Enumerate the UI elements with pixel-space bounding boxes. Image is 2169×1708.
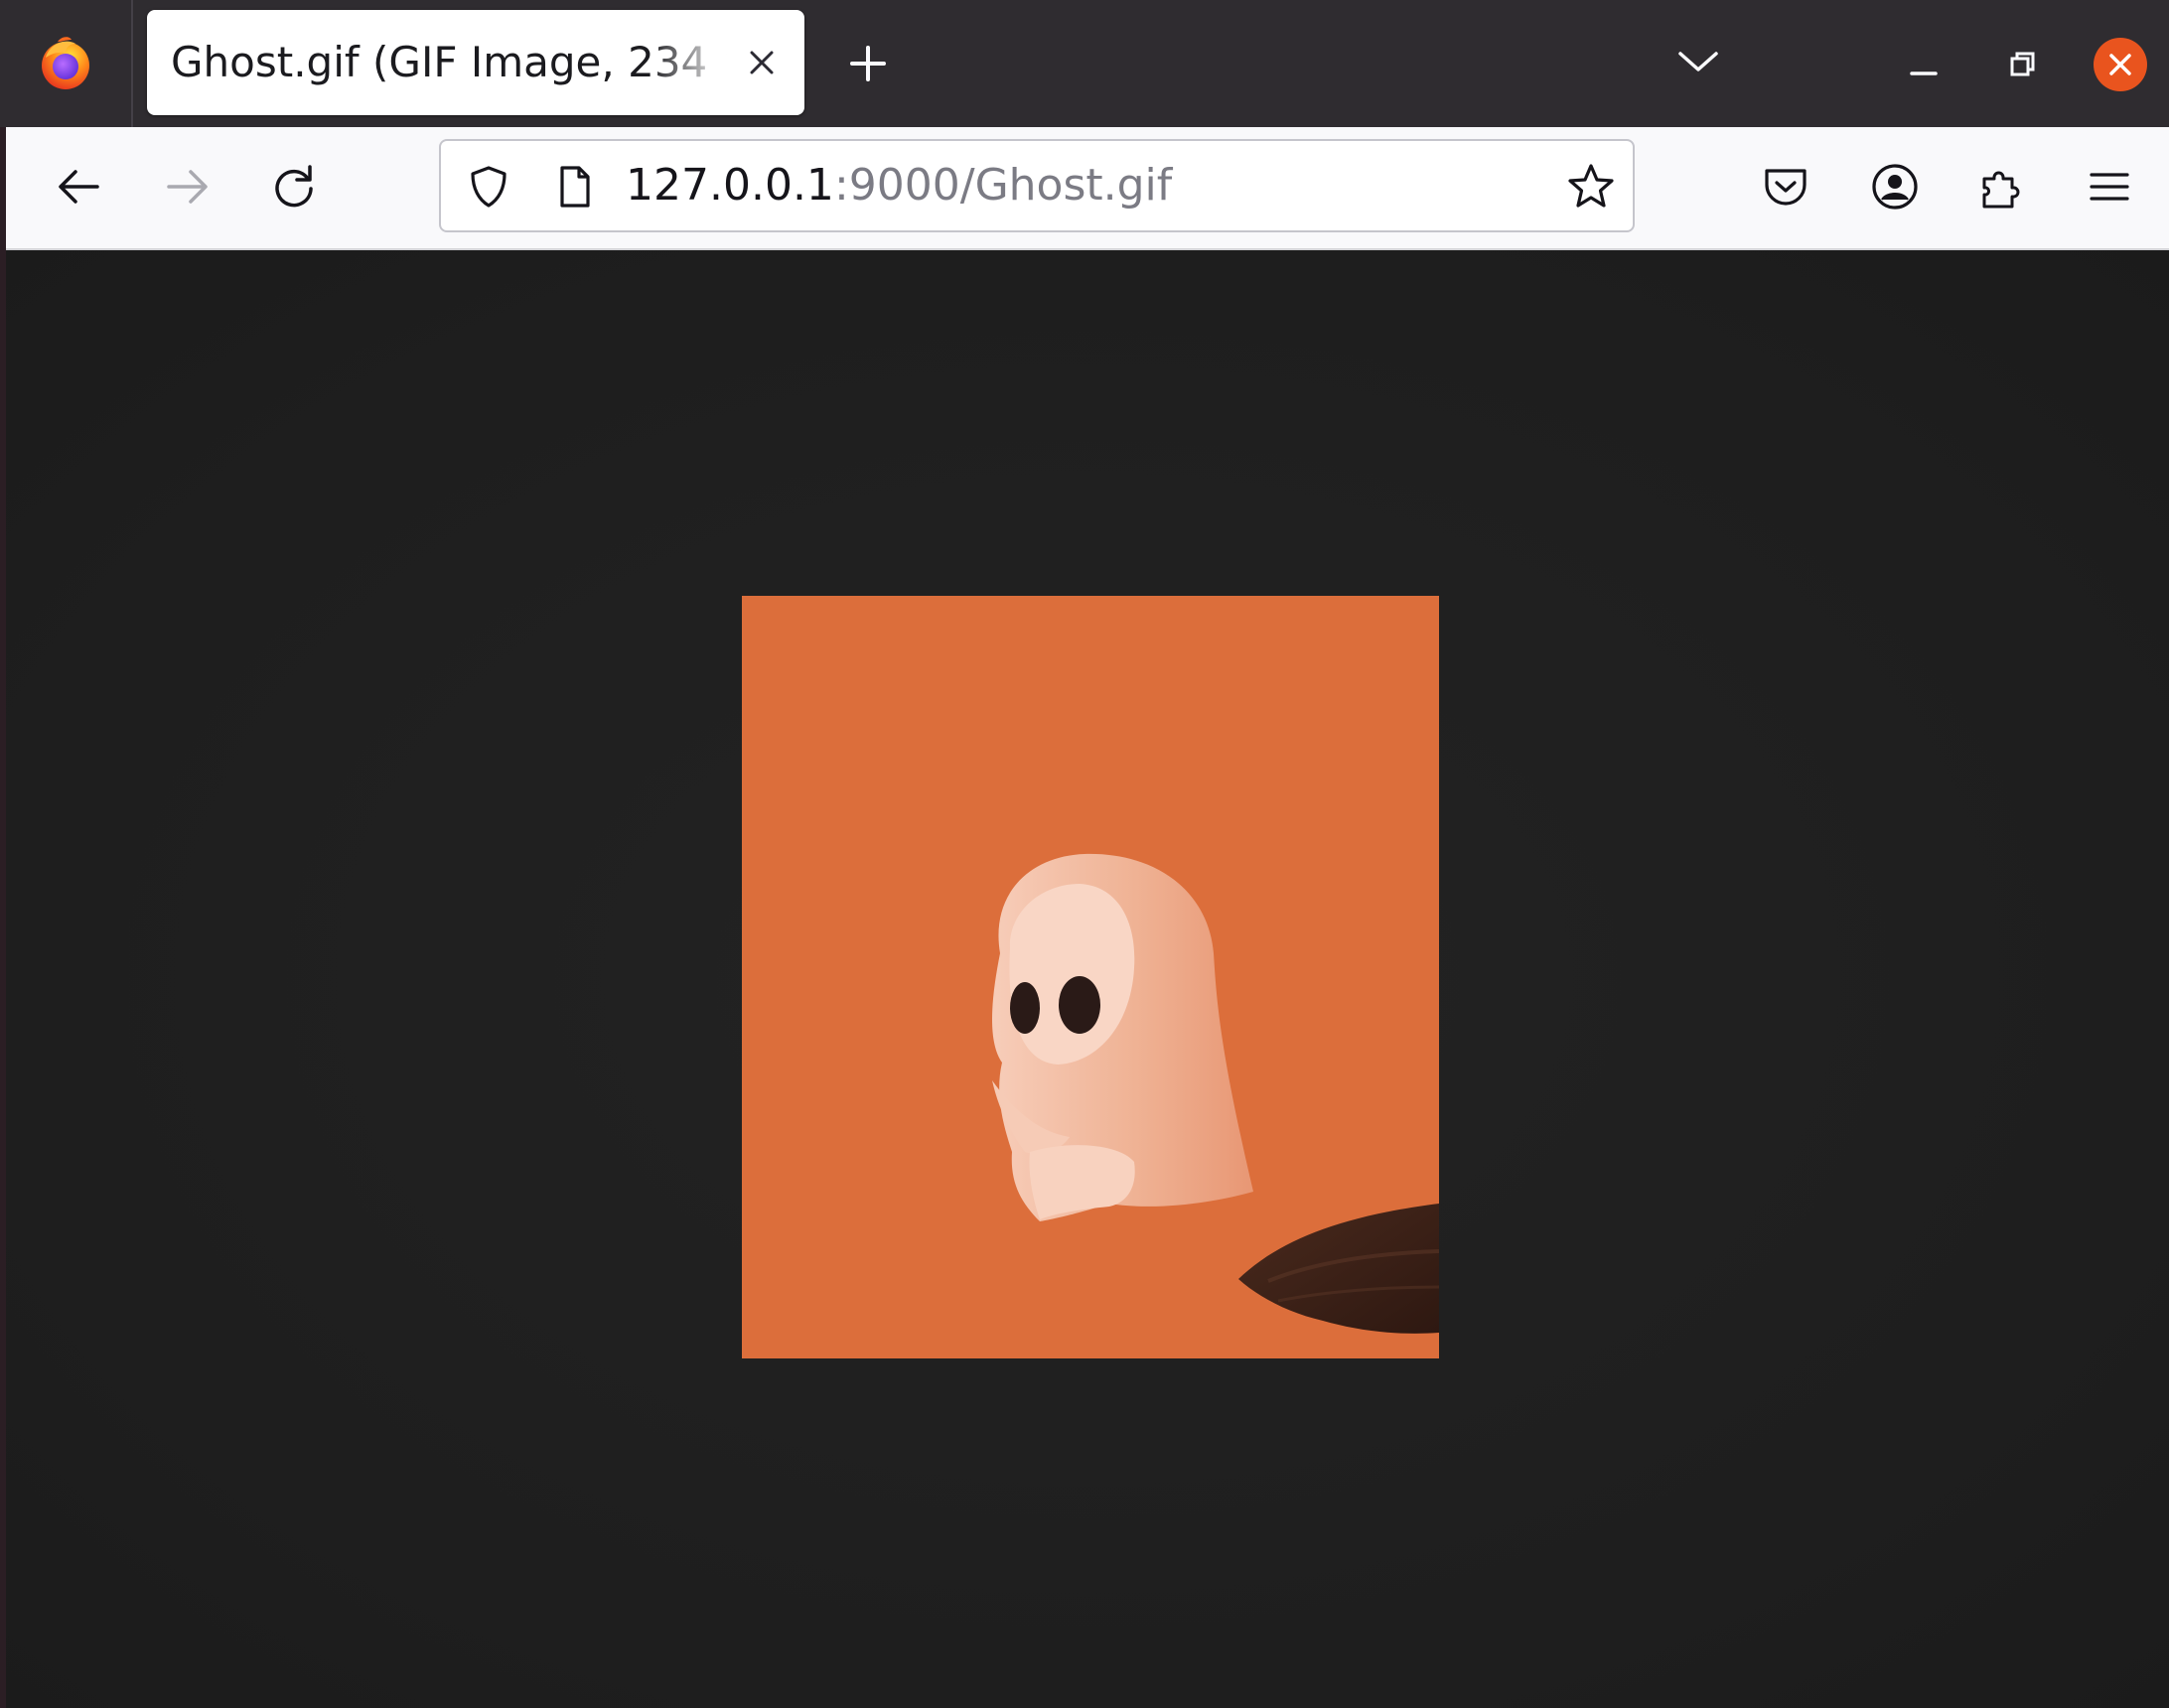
window-close-button[interactable]: [2094, 38, 2147, 91]
back-button[interactable]: [50, 157, 109, 216]
arrow-left-icon: [59, 170, 99, 204]
puzzle-icon: [1982, 171, 2020, 209]
minimize-icon[interactable]: [1899, 42, 1949, 91]
gif-image: [742, 596, 1439, 1358]
star-icon[interactable]: [1565, 161, 1617, 213]
chevron-down-icon[interactable]: [1674, 42, 1722, 81]
restore-icon[interactable]: [1996, 42, 2046, 91]
navigation-toolbar: 127.0.0.1:9000/Ghost.gif: [6, 127, 2169, 250]
account-button[interactable]: [1865, 157, 1925, 216]
menu-button[interactable]: [2080, 157, 2139, 216]
url-bar[interactable]: 127.0.0.1:9000/Ghost.gif: [439, 139, 1635, 232]
arrow-right-icon: [167, 170, 208, 204]
page-content: [6, 250, 2169, 1708]
forward-button[interactable]: [157, 157, 217, 216]
url-host: 127.0.0.1: [626, 160, 834, 211]
close-icon[interactable]: [737, 38, 787, 87]
hamburger-menu-icon: [2090, 173, 2129, 201]
plus-icon[interactable]: [844, 40, 892, 87]
tab-strip: Ghost.gif (GIF Image, 234 × 256 pixels): [0, 0, 2169, 127]
ghost-eye-right: [1059, 976, 1100, 1034]
tab-title: Ghost.gif (GIF Image, 234 × 256 pixels): [171, 38, 727, 86]
close-icon: [2109, 54, 2131, 75]
page-icon[interactable]: [550, 163, 598, 211]
pocket-icon: [1765, 169, 1807, 206]
browser-window: Ghost.gif (GIF Image, 234 × 256 pixels): [0, 0, 2169, 1708]
firefox-logo-icon[interactable]: [36, 34, 95, 93]
reload-button[interactable]: [264, 157, 324, 216]
extensions-button[interactable]: [1972, 157, 2032, 216]
pocket-button[interactable]: [1756, 157, 1815, 216]
url-text[interactable]: 127.0.0.1:9000/Ghost.gif: [626, 141, 1172, 230]
tab-ghost-gif[interactable]: Ghost.gif (GIF Image, 234 × 256 pixels): [147, 10, 804, 115]
url-path: :9000/Ghost.gif: [833, 160, 1173, 211]
account-icon: [1872, 164, 1918, 210]
reload-icon: [275, 165, 313, 208]
ghost-eye-left: [1010, 982, 1040, 1034]
tab-separator: [131, 0, 133, 127]
shield-icon[interactable]: [465, 163, 512, 211]
